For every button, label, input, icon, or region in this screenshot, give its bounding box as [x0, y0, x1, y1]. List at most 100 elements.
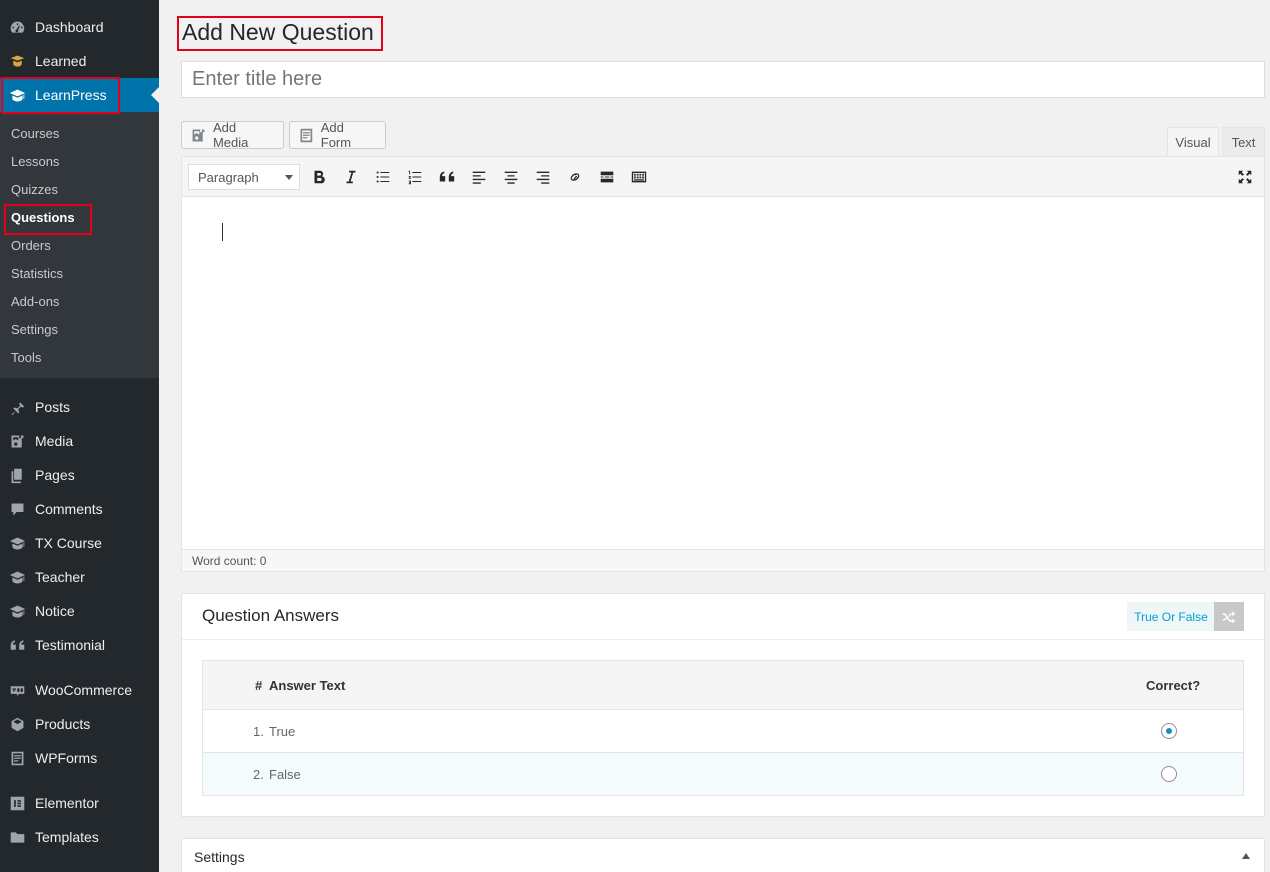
sidebar-item-label: WooCommerce: [35, 682, 132, 698]
admin-sidebar: Dashboard Learned LearnPress Courses Les…: [0, 0, 159, 872]
bold-icon: [314, 170, 325, 184]
tab-visual[interactable]: Visual: [1167, 127, 1219, 156]
page-title: Add New Question: [182, 19, 374, 45]
graduation-cap-icon: [8, 602, 26, 620]
format-select[interactable]: Paragraph: [188, 164, 300, 190]
answer-text[interactable]: True: [269, 724, 295, 739]
toolbar-toggle-button[interactable]: [627, 165, 651, 189]
read-more-button[interactable]: [595, 165, 619, 189]
panel-header: Question Answers True Or False: [182, 594, 1264, 640]
sidebar-item-products[interactable]: Products: [0, 707, 159, 741]
add-media-button[interactable]: Add Media: [181, 120, 284, 150]
bulleted-list-icon: [376, 171, 390, 183]
sidebar-item-label: Elementor: [35, 795, 99, 811]
answer-text[interactable]: False: [269, 767, 301, 782]
sidebar-item-elementor[interactable]: Elementor: [0, 786, 159, 820]
sidebar-item-label: Learned: [35, 53, 87, 69]
sidebar-item-dashboard[interactable]: Dashboard: [0, 10, 159, 44]
sidebar-item-templates[interactable]: Templates: [0, 820, 159, 854]
sidebar-item-woocommerce[interactable]: WooCommerce: [0, 673, 159, 707]
sidebar-item-label: WPForms: [35, 750, 98, 766]
sidebar-item-label: Dashboard: [35, 19, 104, 35]
submenu-item-tools[interactable]: Tools: [11, 350, 41, 365]
sidebar-item-label: Teacher: [35, 569, 85, 585]
text-cursor: [222, 223, 223, 241]
format-select-value: Paragraph: [198, 169, 259, 185]
tab-text[interactable]: Text: [1222, 127, 1265, 156]
learnpress-submenu: Courses Lessons Quizzes Questions Orders…: [0, 112, 159, 378]
correct-radio[interactable]: [1161, 723, 1177, 739]
submenu-item-questions[interactable]: Questions: [11, 210, 75, 225]
settings-panel: Settings: [181, 838, 1265, 872]
correct-radio[interactable]: [1161, 766, 1177, 782]
dashboard-icon: [8, 18, 26, 36]
wpforms-icon: [8, 749, 26, 767]
answers-table: # Answer Text Correct? 1. True 2. False: [202, 660, 1244, 796]
elementor-icon: [8, 794, 26, 812]
column-header-number: #: [255, 678, 263, 693]
sidebar-item-pages[interactable]: Pages: [0, 458, 159, 492]
submenu-item-add-ons[interactable]: Add-ons: [11, 294, 59, 309]
sidebar-item-notice[interactable]: Notice: [0, 594, 159, 628]
sidebar-item-posts[interactable]: Posts: [0, 390, 159, 424]
insert-link-button[interactable]: [563, 165, 587, 189]
panel-title: Question Answers: [202, 606, 340, 625]
align-center-button[interactable]: [499, 165, 523, 189]
sidebar-item-label: Media: [35, 433, 74, 449]
submenu-item-courses[interactable]: Courses: [11, 126, 59, 141]
blockquote-button[interactable]: [435, 165, 459, 189]
comments-icon: [8, 500, 26, 518]
woocommerce-icon: [8, 681, 26, 699]
submenu-item-orders[interactable]: Orders: [11, 238, 51, 253]
sidebar-item-label: Testimonial: [35, 637, 106, 653]
sidebar-item-tx-course[interactable]: TX Course: [0, 526, 159, 560]
word-count: Word count: 0: [192, 553, 267, 568]
answer-number: 2.: [253, 767, 264, 782]
column-header-correct: Correct?: [1146, 678, 1201, 693]
question-type-selector[interactable]: True Or False: [1127, 602, 1215, 631]
current-menu-arrow: [151, 87, 159, 103]
editor-content-area[interactable]: [182, 198, 1264, 549]
keyboard-icon: [631, 171, 647, 183]
sidebar-item-learned[interactable]: Learned: [0, 44, 159, 78]
sidebar-item-testimonial[interactable]: Testimonial: [0, 628, 159, 662]
submenu-item-quizzes[interactable]: Quizzes: [11, 182, 58, 197]
sidebar-item-comments[interactable]: Comments: [0, 492, 159, 526]
align-center-icon: [504, 171, 518, 184]
sidebar-item-wpforms[interactable]: WPForms: [0, 741, 159, 775]
shuffle-icon: [1222, 610, 1236, 623]
collapse-arrow-icon[interactable]: [1242, 853, 1250, 859]
add-form-button[interactable]: Add Form: [289, 120, 386, 150]
learned-icon: [8, 52, 26, 70]
question-answers-panel: Question Answers True Or False # Answer …: [181, 593, 1265, 817]
submenu-item-statistics[interactable]: Statistics: [11, 266, 63, 281]
pushpin-icon: [8, 398, 26, 416]
shuffle-button[interactable]: [1214, 602, 1244, 631]
content-editor: Paragraph Word count: 0: [181, 156, 1265, 572]
wp-admin-app: Dashboard Learned LearnPress Courses Les…: [0, 0, 1270, 872]
align-left-icon: [472, 171, 486, 184]
sidebar-item-label: LearnPress: [35, 87, 107, 103]
submenu-item-settings[interactable]: Settings: [11, 322, 58, 337]
answer-row: 2. False: [203, 753, 1243, 796]
sidebar-item-media[interactable]: Media: [0, 424, 159, 458]
form-icon: [300, 128, 313, 142]
numbered-list-icon: [408, 170, 422, 185]
graduation-cap-icon: [8, 568, 26, 586]
sidebar-item-teacher[interactable]: Teacher: [0, 560, 159, 594]
sidebar-item-learnpress[interactable]: LearnPress: [0, 78, 159, 112]
fullscreen-button[interactable]: [1233, 165, 1257, 189]
italic-button[interactable]: [339, 165, 363, 189]
sidebar-item-label: Pages: [35, 467, 75, 483]
submenu-item-lessons[interactable]: Lessons: [11, 154, 59, 169]
align-right-button[interactable]: [531, 165, 555, 189]
editor-status-bar: Word count: 0: [182, 549, 1264, 571]
sidebar-item-label: Products: [35, 716, 91, 732]
align-left-button[interactable]: [467, 165, 491, 189]
sidebar-item-label: Notice: [35, 603, 75, 619]
question-title-input[interactable]: Enter title here: [181, 61, 1265, 98]
bold-button[interactable]: [307, 165, 331, 189]
bulleted-list-button[interactable]: [371, 165, 395, 189]
align-right-icon: [536, 171, 550, 184]
numbered-list-button[interactable]: [403, 165, 427, 189]
